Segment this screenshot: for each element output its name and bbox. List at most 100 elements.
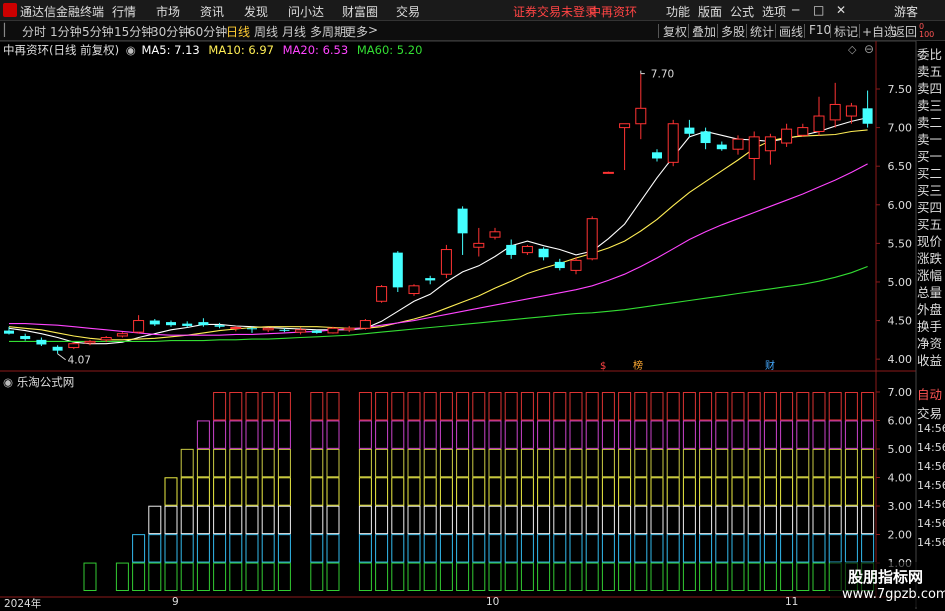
sub-bar-segment <box>618 505 632 535</box>
sub-bar-segment <box>828 420 842 449</box>
sub-bar-segment <box>699 420 713 449</box>
sub-settings-icon[interactable]: ◉ <box>3 375 13 389</box>
sub-bar-segment <box>456 505 470 535</box>
y-tick-label-main: 4.00 <box>888 353 913 366</box>
sub-bar-segment <box>456 562 470 591</box>
sub-bar-segment <box>310 477 324 506</box>
candle-body <box>20 335 31 340</box>
candle-body <box>473 242 485 248</box>
side-panel-lower-item[interactable]: 14:56 <box>917 498 945 511</box>
sub-bar-segment <box>358 420 372 449</box>
sub-bar-segment <box>650 477 664 506</box>
sub-bar-segment <box>828 477 842 506</box>
sub-bar-segment <box>472 448 486 478</box>
sub-bar-segment <box>747 562 761 591</box>
sub-bar-segment <box>358 534 372 563</box>
sub-bar-segment <box>472 477 486 506</box>
side-panel-lower-item[interactable]: 自动 <box>917 384 945 403</box>
candle-body <box>214 325 225 327</box>
sub-bar-segment <box>456 448 470 478</box>
main-chart-title: 中再资环(日线 前复权) <box>3 43 120 57</box>
y-tick-label-sub: 4.00 <box>888 472 913 485</box>
sub-bar-segment <box>423 448 437 478</box>
candle-body <box>619 123 631 129</box>
side-panel-item[interactable]: 收益 <box>917 350 945 369</box>
side-panel-lower-item[interactable]: 14:56 <box>917 422 945 435</box>
candle-body <box>652 152 662 159</box>
side-panel-lower-item[interactable]: 14:56 <box>917 536 945 549</box>
sub-bar-segment <box>196 505 210 535</box>
sub-bar-segment <box>780 477 794 506</box>
settings-gear-icon[interactable]: ◉ <box>126 43 136 57</box>
side-panel-lower-item[interactable]: 14:56 <box>917 517 945 530</box>
sub-bar-segment <box>375 420 389 449</box>
candle-body <box>247 328 257 330</box>
sub-bar-segment <box>196 562 210 591</box>
sub-bar-segment <box>245 562 259 591</box>
y-tick-label-sub: 2.00 <box>888 529 913 542</box>
x-label-sep: 9 <box>172 596 179 608</box>
sub-bar-segment <box>699 477 713 506</box>
sub-bar-segment <box>375 534 389 563</box>
y-tick-label-main: 7.00 <box>888 122 913 135</box>
sub-bar-segment <box>715 477 729 506</box>
sub-bar-segment <box>682 448 696 478</box>
sub-bar-segment <box>537 477 551 506</box>
sub-bar-segment <box>585 562 599 591</box>
low-marker <box>57 353 66 361</box>
sub-bar-segment <box>796 420 810 449</box>
sub-bar-segment <box>796 477 810 506</box>
sub-bar-segment <box>828 392 842 421</box>
sub-bar-segment <box>682 534 696 563</box>
sub-bar-segment <box>488 477 502 506</box>
sub-bar-segment <box>423 534 437 563</box>
sub-bar-segment <box>585 448 599 478</box>
sub-bar-segment <box>213 505 227 535</box>
sub-bar-segment <box>812 505 826 535</box>
diamond-icon[interactable]: ◇ <box>848 43 856 56</box>
sub-bar-segment <box>326 477 340 506</box>
sub-bar-segment <box>618 448 632 478</box>
side-panel-lower-item[interactable]: 14:56 <box>917 460 945 473</box>
candle-body <box>457 208 468 234</box>
candle-body <box>376 286 388 302</box>
sub-bar-segment <box>861 477 875 506</box>
sub-bar-segment <box>763 505 777 535</box>
sub-bar-segment <box>601 392 615 421</box>
candle-body <box>570 259 582 271</box>
sub-bar-segment <box>634 420 648 449</box>
sub-bar-segment <box>699 534 713 563</box>
sub-bar-segment <box>261 420 275 449</box>
candle-body <box>506 244 517 255</box>
side-panel-lower-item[interactable]: 14:56 <box>917 479 945 492</box>
sub-bar-segment <box>310 448 324 478</box>
candle-body <box>36 339 47 345</box>
sub-bar-segment <box>164 505 178 535</box>
sub-bar-segment <box>618 477 632 506</box>
sub-bar-segment <box>504 562 518 591</box>
sub-bar-segment <box>132 562 146 591</box>
sub-bar-segment <box>310 505 324 535</box>
candle-body <box>52 346 63 351</box>
sub-bar-segment <box>407 477 421 506</box>
sub-bar-segment <box>812 448 826 478</box>
side-panel-lower-item[interactable]: 14:56 <box>917 441 945 454</box>
side-panel-lower-item[interactable]: 交易 <box>917 403 945 422</box>
panel-minimize-icon[interactable]: ⊖ <box>864 42 874 56</box>
sub-bar-segment <box>553 534 567 563</box>
candle-body <box>732 138 744 150</box>
sub-bar-segment <box>472 562 486 591</box>
sub-bar-segment <box>407 448 421 478</box>
sub-bar-segment <box>844 505 858 535</box>
sub-bar-segment <box>634 448 648 478</box>
sub-bar-segment <box>650 534 664 563</box>
sub-bar-segment <box>472 534 486 563</box>
sub-bar-segment <box>326 392 340 421</box>
sub-bar-segment <box>585 420 599 449</box>
y-tick-label-main: 5.00 <box>888 276 913 289</box>
sub-bar-segment <box>423 505 437 535</box>
sub-bar-segment <box>812 562 826 591</box>
sub-bar-segment <box>553 477 567 506</box>
chart-canvas[interactable]: 4.00 4.50 5.00 5.50 6.00 6.50 7.00 7.50 7.00 6.0… <box>0 0 945 609</box>
sub-bar-segment <box>229 392 243 421</box>
